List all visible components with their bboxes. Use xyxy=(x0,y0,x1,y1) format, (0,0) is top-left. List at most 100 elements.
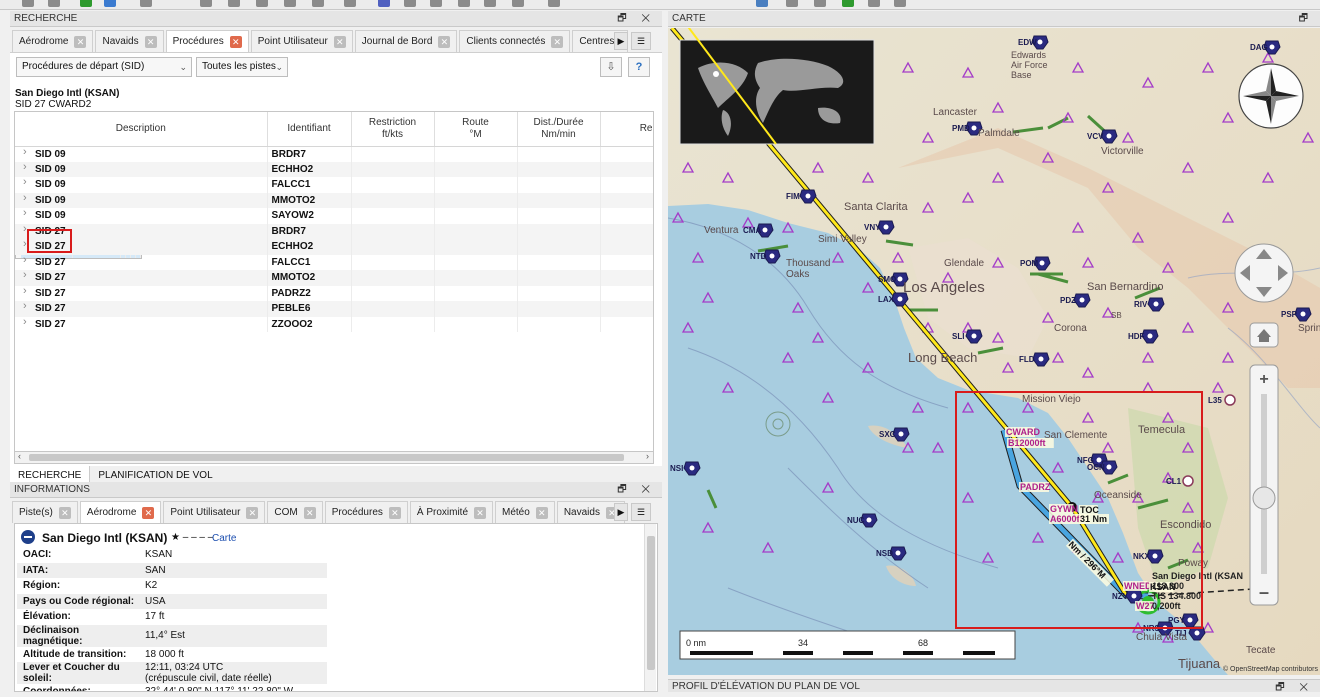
settings-icon[interactable] xyxy=(894,0,906,7)
tab-com[interactable]: COM ✕ xyxy=(267,501,323,523)
tab-pistes[interactable]: Piste(s) ✕ xyxy=(12,501,78,523)
connect-icon[interactable] xyxy=(80,0,92,7)
panel-window-buttons[interactable]: 🗗 ✕ xyxy=(1275,680,1314,697)
close-icon[interactable]: ✕ xyxy=(246,506,259,519)
export-button[interactable]: ⇩ xyxy=(600,57,622,77)
ndb-icon[interactable] xyxy=(256,0,268,7)
compass-rose-icon[interactable] xyxy=(1238,63,1304,129)
fir-icon[interactable] xyxy=(430,0,442,7)
tab-menu-icon[interactable]: ☰ xyxy=(631,32,651,50)
close-icon[interactable]: ✕ xyxy=(229,35,242,48)
panel-window-buttons[interactable]: 🗗 ✕ xyxy=(617,482,656,498)
tab-procedures-info[interactable]: Procédures ✕ xyxy=(324,501,408,523)
table-row[interactable]: SID 09ECHHO2 xyxy=(15,161,653,177)
column-header[interactable]: Remarq xyxy=(600,112,653,147)
procedure-type-select[interactable]: Procédures de départ (SID) ⌄ xyxy=(16,57,192,77)
map-details-icon[interactable] xyxy=(786,0,798,7)
close-icon[interactable]: ✕ xyxy=(438,35,451,48)
vertical-scrollbar[interactable] xyxy=(644,524,656,691)
panel-window-buttons[interactable]: 🗗 ✕ xyxy=(617,11,656,27)
pan-control[interactable] xyxy=(1234,243,1294,303)
scroll-left-icon[interactable]: ‹ xyxy=(18,451,21,461)
column-header[interactable]: Description xyxy=(15,112,268,147)
select-tool-icon[interactable] xyxy=(104,0,116,7)
tab-aerodrome[interactable]: Aérodrome ✕ xyxy=(12,30,94,52)
scrollbar-thumb[interactable] xyxy=(29,454,624,461)
close-icon[interactable]: ✕ xyxy=(74,35,87,48)
close-icon[interactable]: ✕ xyxy=(142,506,155,519)
scrollbar-thumb[interactable] xyxy=(647,536,655,670)
tab-navaids[interactable]: Navaids ✕ xyxy=(95,30,164,52)
map-theme-icon[interactable] xyxy=(814,0,826,7)
close-icon[interactable]: ✕ xyxy=(388,506,401,519)
airport-icon[interactable] xyxy=(200,0,212,7)
undo-icon[interactable] xyxy=(22,0,34,7)
scroll-right-icon[interactable]: › xyxy=(646,451,649,461)
zoom-in-icon[interactable]: + xyxy=(1259,371,1268,388)
table-row[interactable]: SID 27PADRZ2 xyxy=(15,285,653,301)
print-icon[interactable] xyxy=(868,0,880,7)
zoom-out-icon[interactable]: – xyxy=(1259,582,1269,602)
other-airspace-icon[interactable] xyxy=(512,0,524,7)
tab-scroll-right-icon[interactable]: ▶ xyxy=(614,503,628,521)
waypoint-icon[interactable] xyxy=(284,0,296,7)
tab-label: COM xyxy=(274,507,298,518)
help-button[interactable]: ? xyxy=(628,57,650,77)
map-canvas[interactable]: EDW DAG PMD VCV FIM VNY CMA NTD SMO LAX POM PDZ RIV S… xyxy=(668,28,1320,675)
table-row[interactable]: SID 09BRDR7 xyxy=(15,145,653,162)
zoom-slider-thumb[interactable] xyxy=(1252,486,1276,510)
tab-procedures[interactable]: Procédures ✕ xyxy=(165,30,249,52)
home-button[interactable] xyxy=(1249,322,1279,348)
zoom-icon[interactable] xyxy=(756,0,768,7)
column-header[interactable]: Identifiant xyxy=(267,112,352,147)
table-row[interactable]: SID 09MMOTO2 xyxy=(15,192,653,208)
special-icon[interactable] xyxy=(484,0,496,7)
table-row[interactable]: SID 27PEBLE6 xyxy=(15,300,653,317)
plane-icon[interactable] xyxy=(344,0,356,7)
close-icon[interactable]: ✕ xyxy=(333,35,346,48)
runway-select[interactable]: Toutes les pistes ⌄ xyxy=(196,57,288,77)
close-icon[interactable]: ✕ xyxy=(535,506,548,519)
add-waypoint-icon[interactable] xyxy=(140,0,152,7)
table-row[interactable]: SID 27ECHHO2 xyxy=(15,238,653,255)
tab-point-utilisateur-info[interactable]: Point Utilisateur ✕ xyxy=(163,501,266,523)
tab-a-proximite[interactable]: À Proximité ✕ xyxy=(409,501,494,523)
tab-meteo[interactable]: Météo ✕ xyxy=(495,501,555,523)
navaid-cl1-icon[interactable]: CL1 xyxy=(1166,475,1194,487)
more-icon[interactable] xyxy=(548,0,560,7)
zoom-control[interactable]: + – xyxy=(1249,364,1279,606)
tab-menu-icon[interactable]: ☰ xyxy=(631,503,651,521)
overview-minimap[interactable] xyxy=(679,28,875,145)
table-row[interactable]: SID 27MMOTO2 xyxy=(15,269,653,286)
tab-journal-de-bord[interactable]: Journal de Bord ✕ xyxy=(354,30,458,52)
close-icon[interactable]: ✕ xyxy=(303,506,316,519)
table-row[interactable]: SID 27FALCC1 xyxy=(15,254,653,270)
map-link[interactable]: Carte xyxy=(212,533,236,544)
redo-icon[interactable] xyxy=(48,0,60,7)
table-row[interactable]: SID 27BRDR7 xyxy=(15,223,653,239)
column-header[interactable]: Restriction ft/kts xyxy=(351,112,435,147)
navaid-l35-icon[interactable]: L35 xyxy=(1208,394,1236,406)
icao-airspace-icon[interactable] xyxy=(404,0,416,7)
close-icon[interactable]: ✕ xyxy=(551,35,564,48)
table-row[interactable]: SID 27ZZOOO2 xyxy=(15,316,653,332)
row-description: SID 27 xyxy=(15,238,268,255)
restricted-icon[interactable] xyxy=(458,0,470,7)
table-row[interactable]: SID 09SAYOW2 xyxy=(15,207,653,224)
route-icon[interactable] xyxy=(312,0,324,7)
close-icon[interactable]: ✕ xyxy=(58,506,71,519)
airspace-icon[interactable] xyxy=(378,0,390,7)
vor-icon[interactable] xyxy=(228,0,240,7)
tab-clients-connectes[interactable]: Clients connectés ✕ xyxy=(459,30,571,52)
column-header[interactable]: Route °M xyxy=(434,112,518,147)
panel-window-buttons[interactable]: 🗗 xyxy=(1299,11,1314,27)
weather-icon[interactable] xyxy=(842,0,854,7)
close-icon[interactable]: ✕ xyxy=(474,506,487,519)
horizontal-scrollbar[interactable]: ‹ › xyxy=(14,451,654,464)
tab-point-utilisateur[interactable]: Point Utilisateur ✕ xyxy=(250,30,353,52)
column-header[interactable]: Dist./Durée Nm/min xyxy=(517,112,601,147)
table-row[interactable]: SID 09FALCC1 xyxy=(15,176,653,193)
close-icon[interactable]: ✕ xyxy=(144,35,157,48)
tab-aerodrome-info[interactable]: Aérodrome ✕ xyxy=(79,501,162,523)
tab-scroll-right-icon[interactable]: ▶ xyxy=(614,32,628,50)
